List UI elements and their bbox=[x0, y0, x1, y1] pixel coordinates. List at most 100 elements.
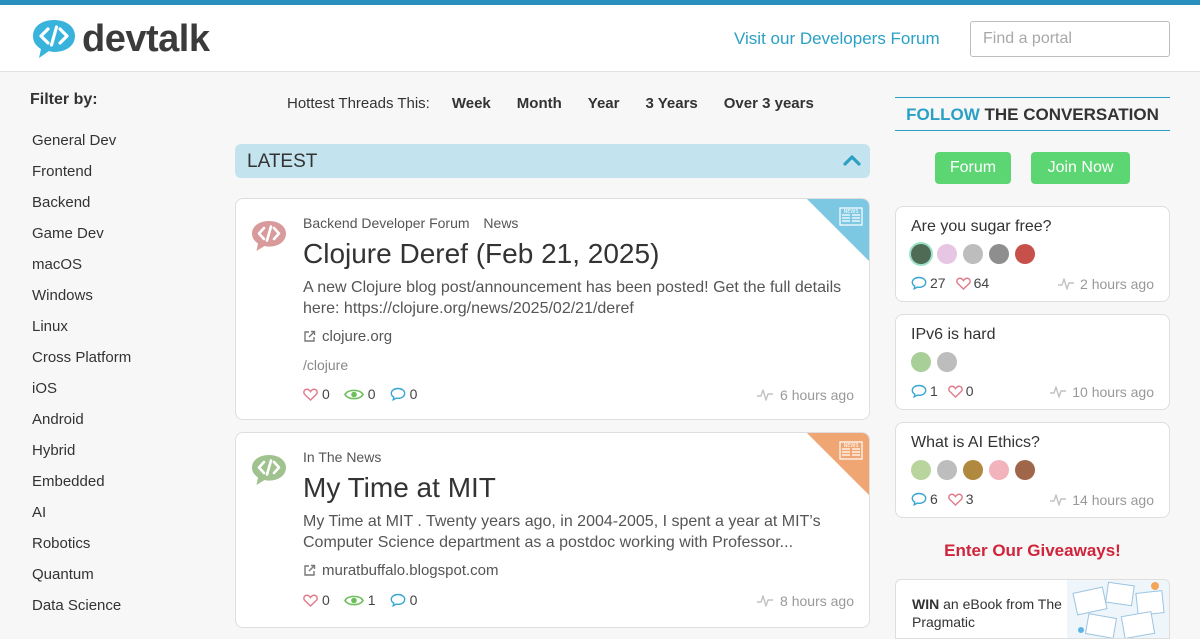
forum-button[interactable]: Forum bbox=[935, 152, 1011, 184]
latest-section-header[interactable]: LATEST bbox=[235, 144, 870, 178]
avatar[interactable] bbox=[937, 352, 957, 372]
comments-stat[interactable]: 27 bbox=[911, 275, 946, 291]
filter-item-ios[interactable]: iOS bbox=[32, 378, 131, 409]
follow-highlight: FOLLOW bbox=[906, 105, 980, 124]
comments-count: 0 bbox=[409, 386, 418, 402]
hottest-option-week[interactable]: Week bbox=[452, 95, 491, 112]
category-filter-list: General Dev Frontend Backend Game Dev ma… bbox=[32, 130, 131, 626]
activity-pulse-icon bbox=[1050, 494, 1067, 506]
filter-item-game-dev[interactable]: Game Dev bbox=[32, 223, 131, 254]
giveaway-promo-card[interactable]: WIN an eBook from The Pragmatic bbox=[895, 579, 1170, 639]
post-title[interactable]: My Time at MIT bbox=[303, 471, 496, 505]
post-time: 8 hours ago bbox=[756, 593, 854, 609]
likes-stat[interactable]: 64 bbox=[955, 275, 989, 291]
hottest-option-month[interactable]: Month bbox=[517, 95, 562, 112]
join-now-button[interactable]: Join Now bbox=[1031, 152, 1130, 184]
hottest-option-over-3-years[interactable]: Over 3 years bbox=[724, 95, 814, 112]
code-bubble-icon bbox=[33, 20, 75, 58]
post-source-link[interactable]: muratbuffalo.blogspot.com bbox=[303, 562, 499, 579]
latest-label: LATEST bbox=[247, 151, 318, 172]
avatar[interactable] bbox=[911, 352, 931, 372]
avatar[interactable] bbox=[1015, 460, 1035, 480]
avatar[interactable] bbox=[1015, 244, 1035, 264]
visit-developers-forum-link[interactable]: Visit our Developers Forum bbox=[734, 29, 940, 49]
hottest-threads-filter: Hottest Threads This: Week Month Year 3 … bbox=[287, 95, 840, 112]
avatar[interactable] bbox=[937, 460, 957, 480]
likes-stat[interactable]: 3 bbox=[947, 491, 974, 507]
thread-card[interactable]: IPv6 is hard 1 0 10 hours ago bbox=[895, 314, 1170, 410]
chevron-up-icon[interactable] bbox=[842, 150, 862, 170]
comment-bubble-icon bbox=[911, 276, 927, 290]
filter-item-backend[interactable]: Backend bbox=[32, 192, 131, 223]
post-excerpt: A new Clojure blog post/announcement has… bbox=[303, 279, 842, 317]
comment-bubble-icon bbox=[390, 387, 405, 401]
post-source-domain: muratbuffalo.blogspot.com bbox=[322, 562, 499, 579]
filter-item-android[interactable]: Android bbox=[32, 409, 131, 440]
comments-stat[interactable]: 6 bbox=[911, 491, 938, 507]
category-link[interactable]: Backend Developer Forum bbox=[303, 215, 470, 231]
giveaways-heading[interactable]: Enter Our Giveaways! bbox=[895, 541, 1170, 561]
thread-card[interactable]: Are you sugar free? 27 64 2 hours ago bbox=[895, 206, 1170, 302]
thread-time-text: 2 hours ago bbox=[1080, 276, 1154, 292]
avatar[interactable] bbox=[989, 460, 1009, 480]
post-title[interactable]: Clojure Deref (Feb 21, 2025) bbox=[303, 237, 659, 271]
filter-item-ai[interactable]: AI bbox=[32, 502, 131, 533]
thread-time-text: 10 hours ago bbox=[1072, 384, 1154, 400]
comment-bubble-icon bbox=[911, 384, 927, 398]
hottest-option-3-years[interactable]: 3 Years bbox=[645, 95, 697, 112]
thread-title[interactable]: What is AI Ethics? bbox=[911, 434, 1040, 452]
post-tag[interactable]: /clojure bbox=[303, 357, 348, 373]
post-card[interactable]: In The News My Time at MIT My Time at MI… bbox=[235, 432, 870, 628]
post-categories: In The News bbox=[303, 449, 391, 465]
filter-item-hybrid[interactable]: Hybrid bbox=[32, 440, 131, 471]
post-card[interactable]: Backend Developer Forum News Clojure Der… bbox=[235, 198, 870, 420]
avatar[interactable] bbox=[937, 244, 957, 264]
avatar[interactable] bbox=[911, 460, 931, 480]
thread-title[interactable]: Are you sugar free? bbox=[911, 218, 1052, 236]
comments-stat[interactable]: 1 bbox=[911, 383, 938, 399]
thread-card[interactable]: What is AI Ethics? 6 3 14 hours ago bbox=[895, 422, 1170, 518]
post-source-link[interactable]: clojure.org bbox=[303, 328, 392, 345]
filter-item-cross-platform[interactable]: Cross Platform bbox=[32, 347, 131, 378]
thread-time: 10 hours ago bbox=[1049, 384, 1154, 400]
thread-title[interactable]: IPv6 is hard bbox=[911, 326, 995, 344]
category-link[interactable]: In The News bbox=[303, 449, 381, 465]
thread-stats: 27 64 bbox=[911, 275, 999, 291]
post-time-text: 8 hours ago bbox=[780, 593, 854, 609]
filter-item-frontend[interactable]: Frontend bbox=[32, 161, 131, 192]
views-count: 0 bbox=[367, 386, 376, 402]
comments-stat[interactable]: 0 bbox=[390, 592, 417, 608]
filter-item-windows[interactable]: Windows bbox=[32, 285, 131, 316]
promo-text: WIN an eBook from The Pragmatic bbox=[912, 595, 1062, 631]
comments-stat[interactable]: 0 bbox=[390, 386, 418, 402]
filter-item-linux[interactable]: Linux bbox=[32, 316, 131, 347]
avatar[interactable] bbox=[963, 460, 983, 480]
filter-item-robotics[interactable]: Robotics bbox=[32, 533, 131, 564]
views-count: 1 bbox=[367, 592, 376, 608]
activity-pulse-icon bbox=[1058, 278, 1075, 290]
filter-item-quantum[interactable]: Quantum bbox=[32, 564, 131, 595]
likes-count: 0 bbox=[965, 383, 974, 399]
site-header: devtalk Visit our Developers Forum bbox=[0, 5, 1200, 72]
heart-icon bbox=[955, 277, 971, 290]
ebook-promo-image bbox=[1067, 580, 1169, 638]
hottest-option-year[interactable]: Year bbox=[588, 95, 620, 112]
filter-title: Filter by: bbox=[30, 91, 98, 108]
heart-icon bbox=[947, 493, 963, 506]
devtalk-logo[interactable]: devtalk bbox=[30, 18, 210, 60]
filter-item-embedded[interactable]: Embedded bbox=[32, 471, 131, 502]
likes-stat[interactable]: 0 bbox=[947, 383, 974, 399]
likes-stat[interactable]: 0 bbox=[303, 386, 330, 402]
avatar[interactable] bbox=[963, 244, 983, 264]
category-link[interactable]: News bbox=[483, 215, 518, 231]
news-corner-badge: NEWS bbox=[807, 433, 869, 495]
avatar[interactable] bbox=[911, 244, 931, 264]
filter-item-data-science[interactable]: Data Science bbox=[32, 595, 131, 626]
find-portal-input[interactable] bbox=[970, 21, 1170, 57]
post-time-text: 6 hours ago bbox=[780, 387, 854, 403]
avatar[interactable] bbox=[989, 244, 1009, 264]
filter-item-general-dev[interactable]: General Dev bbox=[32, 130, 131, 161]
thread-time: 2 hours ago bbox=[1057, 276, 1154, 292]
filter-item-macos[interactable]: macOS bbox=[32, 254, 131, 285]
likes-stat[interactable]: 0 bbox=[303, 592, 330, 608]
